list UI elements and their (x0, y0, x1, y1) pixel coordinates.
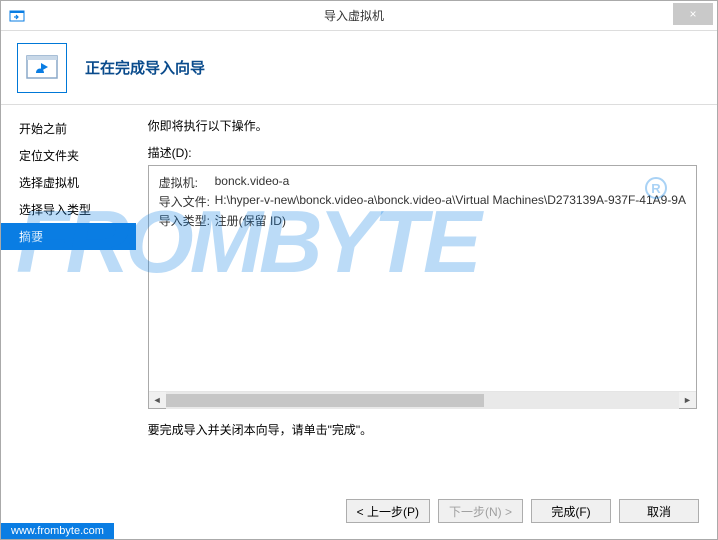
summary-content: 虚拟机: bonck.video-a 导入文件: H:\hyper-v-new\… (149, 166, 696, 391)
summary-row: 导入类型: 注册(保留 ID) (159, 212, 686, 229)
finish-button[interactable]: 完成(F) (531, 499, 611, 523)
window-title: 导入虚拟机 (31, 7, 717, 24)
scroll-left-icon[interactable]: ◄ (149, 392, 166, 409)
close-button[interactable]: × (673, 3, 713, 25)
content-panel: 你即将执行以下操作。 描述(D): 虚拟机: bonck.video-a 导入文… (136, 105, 717, 485)
sidebar-item-select-vm[interactable]: 选择虚拟机 (1, 169, 136, 196)
title-bar: 导入虚拟机 × (1, 1, 717, 31)
next-button: 下一步(N) > (438, 499, 523, 523)
scroll-track[interactable] (166, 392, 679, 409)
button-row: < 上一步(P) 下一步(N) > 完成(F) 取消 (346, 499, 699, 523)
scroll-thumb[interactable] (166, 394, 484, 407)
row-value: H:\hyper-v-new\bonck.video-a\bonck.video… (215, 193, 686, 210)
row-key: 虚拟机: (159, 174, 215, 191)
wizard-header: 正在完成导入向导 (1, 31, 717, 105)
scroll-right-icon[interactable]: ► (679, 392, 696, 409)
sidebar-item-before[interactable]: 开始之前 (1, 115, 136, 142)
wizard-body: 开始之前 定位文件夹 选择虚拟机 选择导入类型 摘要 你即将执行以下操作。 描述… (1, 105, 717, 485)
sidebar-item-locate[interactable]: 定位文件夹 (1, 142, 136, 169)
sidebar-item-import-type[interactable]: 选择导入类型 (1, 196, 136, 223)
row-key: 导入类型: (159, 212, 215, 229)
horizontal-scrollbar[interactable]: ◄ ► (149, 391, 696, 408)
summary-row: 导入文件: H:\hyper-v-new\bonck.video-a\bonck… (159, 193, 686, 210)
prev-button[interactable]: < 上一步(P) (346, 499, 430, 523)
watermark-url: www.frombyte.com (1, 523, 114, 539)
sidebar-item-summary[interactable]: 摘要 (1, 223, 136, 250)
wizard-title: 正在完成导入向导 (85, 57, 205, 78)
cancel-button[interactable]: 取消 (619, 499, 699, 523)
row-key: 导入文件: (159, 193, 215, 210)
summary-box: 虚拟机: bonck.video-a 导入文件: H:\hyper-v-new\… (148, 165, 697, 409)
wizard-icon (17, 43, 67, 93)
row-value: bonck.video-a (215, 174, 290, 191)
row-value: 注册(保留 ID) (215, 212, 286, 229)
sidebar: 开始之前 定位文件夹 选择虚拟机 选择导入类型 摘要 (1, 105, 136, 485)
description-label: 描述(D): (148, 144, 697, 161)
instruction-text: 你即将执行以下操作。 (148, 117, 697, 134)
finish-instruction: 要完成导入并关闭本向导，请单击"完成"。 (148, 421, 697, 438)
import-icon (9, 8, 25, 24)
summary-row: 虚拟机: bonck.video-a (159, 174, 686, 191)
